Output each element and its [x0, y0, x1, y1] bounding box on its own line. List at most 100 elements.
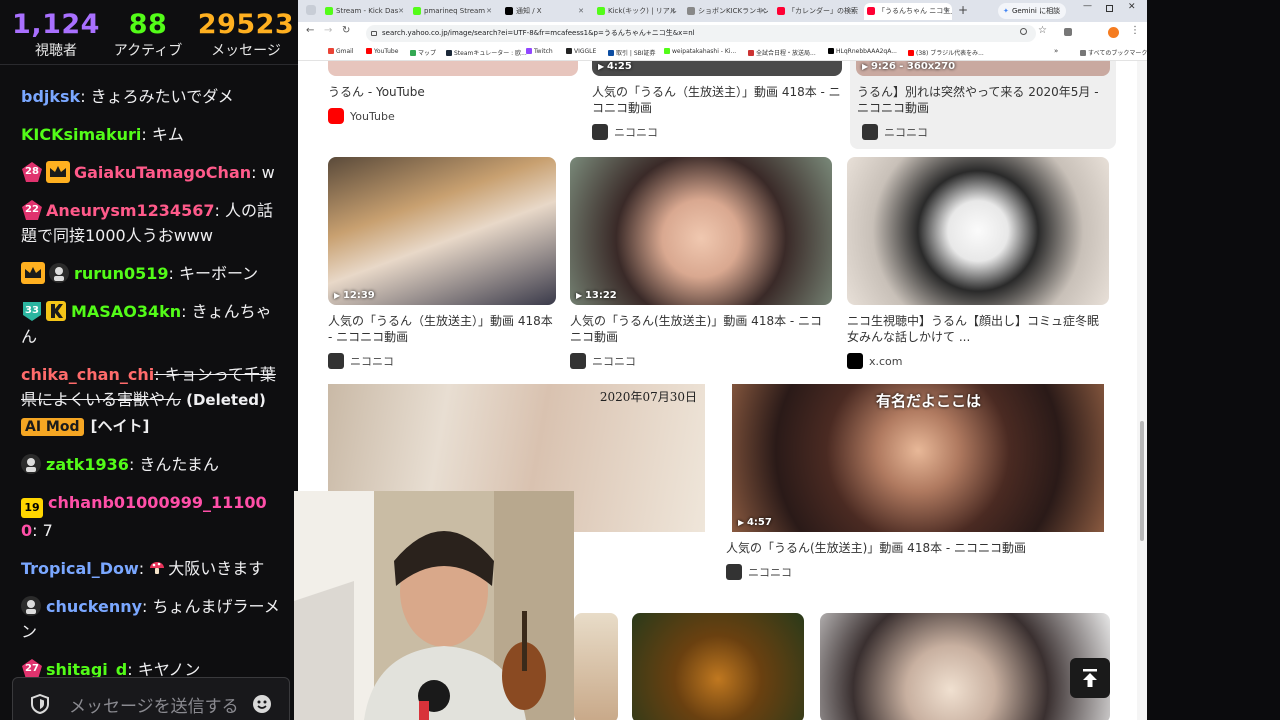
maximize-icon[interactable]: [1106, 5, 1113, 12]
niconico-icon: [726, 564, 742, 580]
close-icon[interactable]: ✕: [760, 3, 766, 20]
result-thumbnail[interactable]: 4:25: [592, 61, 842, 76]
result-title[interactable]: 人気の「うるん（生放送主）」動画 418本 - ニコニコ動画: [328, 313, 556, 345]
close-icon[interactable]: ✕: [944, 3, 950, 20]
address-bar[interactable]: search.yahoo.co.jp/image/search?ei=UTF-8…: [366, 25, 1036, 42]
site-info-icon[interactable]: [371, 31, 377, 36]
chat-username[interactable]: GaiakuTamagoChan: [74, 163, 251, 182]
tab-urun-search[interactable]: 「うるんちゃん ニコ生」 ✕: [864, 3, 952, 20]
close-window-icon[interactable]: ✕: [1128, 2, 1136, 12]
tab-search-icon[interactable]: [306, 5, 316, 15]
chat-username[interactable]: chika_chan_chi: [21, 365, 154, 384]
bookmark-all[interactable]: すべてのブックマーク: [1080, 48, 1147, 57]
chat-username[interactable]: Tropical_Dow: [21, 559, 139, 578]
gemini-button[interactable]: ✦ Gemini に相談: [998, 3, 1067, 19]
tab-label: 「カレンダー」の検索結: [788, 7, 858, 15]
bookmark-sbi[interactable]: 取引 | SBI証券: [608, 48, 656, 57]
bookmarks-overflow-icon[interactable]: »: [1054, 47, 1058, 55]
result-thumbnail[interactable]: 12:39: [328, 157, 556, 305]
bookmark-twitch[interactable]: Twitch: [526, 48, 553, 55]
tab-x-notifications[interactable]: 通知 / X ✕: [502, 3, 586, 20]
bookmark-star-icon[interactable]: ☆: [1038, 25, 1047, 36]
extensions-icon[interactable]: [1064, 28, 1072, 36]
result-source[interactable]: ニコニコ: [726, 564, 792, 580]
image-result[interactable]: 有名だよここは 4:57 人気の「うるん(生放送主)」動画 418本 - ニコニ…: [726, 384, 1110, 584]
bookmark-weipa[interactable]: weipatakahashi - Ki...: [664, 48, 736, 55]
bookmark-x[interactable]: HLqRnebbAAA2qA...: [828, 48, 897, 55]
result-source[interactable]: ニコニコ: [592, 124, 658, 140]
close-icon[interactable]: ✕: [486, 3, 492, 20]
result-source[interactable]: x.com: [847, 353, 903, 369]
tab-shobon-ranking[interactable]: ショボンKICKランキン ✕: [684, 3, 768, 20]
result-source[interactable]: ニコニコ: [862, 124, 928, 140]
image-result[interactable]: 4:25 人気の「うるん（生放送主）」動画 418本 - ニコニコ動画 ニコニコ: [592, 61, 842, 141]
image-result[interactable]: [574, 613, 618, 720]
result-title[interactable]: 人気の「うるん（生放送主）」動画 418本 - ニコニコ動画: [592, 84, 842, 116]
image-result[interactable]: うるん - YouTube YouTube: [328, 61, 578, 131]
bookmark-gmail[interactable]: Gmail: [328, 48, 354, 55]
chat-username[interactable]: MASAO34kn: [71, 302, 181, 321]
bookmark-brazil[interactable]: (38) ブラジル代表をみ...: [908, 48, 984, 57]
result-thumbnail[interactable]: [574, 613, 618, 720]
bookmark-steam[interactable]: Steamキュレーター : 欧...: [446, 48, 527, 57]
chat-username[interactable]: chuckenny: [46, 597, 142, 616]
result-thumbnail[interactable]: [847, 157, 1109, 305]
result-thumbnail[interactable]: [328, 61, 578, 76]
more-menu-icon[interactable]: ⋮: [1130, 25, 1140, 36]
result-thumbnail[interactable]: 13:22: [570, 157, 832, 305]
bookmark-viggle[interactable]: VIGGLE: [566, 48, 596, 55]
image-result[interactable]: 12:39 人気の「うるん（生放送主）」動画 418本 - ニコニコ動画 ニコニ…: [328, 157, 556, 377]
chat-message-input[interactable]: メッセージを送信する: [12, 677, 290, 720]
video-duration: 4:25: [598, 61, 632, 72]
chat-username[interactable]: Aneurysm1234567: [46, 201, 214, 220]
result-source[interactable]: ニコニコ: [328, 353, 394, 369]
chat-username[interactable]: bdjksk: [21, 87, 80, 106]
image-result[interactable]: [632, 613, 804, 720]
result-title[interactable]: ニコ生視聴中】うるん【顔出し】コミュ症冬眠女みんな話しかけて ...: [847, 313, 1109, 345]
result-thumbnail[interactable]: 9:26 - 360x270: [856, 61, 1110, 76]
zoom-icon[interactable]: [1020, 28, 1027, 35]
back-icon[interactable]: ←: [306, 25, 314, 36]
profile-avatar[interactable]: [1108, 27, 1119, 38]
close-icon[interactable]: ✕: [670, 3, 676, 20]
close-icon[interactable]: ✕: [578, 3, 584, 20]
sbi-icon: [608, 50, 614, 56]
chat-username[interactable]: zatk1936: [46, 455, 129, 474]
result-source[interactable]: YouTube: [328, 108, 395, 124]
tab-kick-dashboard[interactable]: Stream - Kick Das ✕: [322, 3, 406, 20]
close-icon[interactable]: ✕: [850, 3, 856, 20]
result-thumbnail[interactable]: 有名だよここは 4:57: [732, 384, 1104, 532]
image-result[interactable]: 13:22 人気の「うるん(生放送主)」動画 418本 - ニコニコ動画 ニコニ…: [570, 157, 832, 377]
bookmark-schedule[interactable]: 全試合日程・放送局...: [748, 48, 816, 57]
forward-icon[interactable]: →: [324, 25, 332, 36]
image-result[interactable]: ニコ生視聴中】うるん【顔出し】コミュ症冬眠女みんな話しかけて ... x.com: [847, 157, 1109, 377]
result-thumbnail[interactable]: [820, 613, 1110, 720]
result-title[interactable]: うるん】別れは突然やって来る 2020年5月 - ニコニコ動画: [857, 84, 1109, 116]
result-title[interactable]: 人気の「うるん(生放送主)」動画 418本 - ニコニコ動画: [570, 313, 832, 345]
page-scrollbar[interactable]: [1137, 61, 1147, 720]
bookmark-maps[interactable]: マップ: [410, 48, 436, 57]
result-title[interactable]: 人気の「うるん(生放送主)」動画 418本 - ニコニコ動画: [726, 540, 1110, 556]
chat-username[interactable]: rurun0519: [74, 264, 168, 283]
bookmark-label: Twitch: [534, 48, 553, 55]
image-result[interactable]: 9:26 - 360x270 うるん】別れは突然やって来る 2020年5月 - …: [850, 61, 1116, 149]
tab-pmarineq[interactable]: pmarineq Stream ✕: [410, 3, 494, 20]
result-thumbnail[interactable]: [632, 613, 804, 720]
image-result[interactable]: [820, 613, 1110, 720]
result-title[interactable]: うるん - YouTube: [328, 84, 425, 100]
chat-username[interactable]: chhanb01000999_111000: [21, 493, 267, 540]
tab-calendar-search[interactable]: 「カレンダー」の検索結 ✕: [774, 3, 858, 20]
new-tab-button[interactable]: +: [958, 3, 968, 18]
chat-username[interactable]: KICKsimakuri: [21, 125, 141, 144]
bookmark-youtube[interactable]: YouTube: [366, 48, 398, 55]
result-source[interactable]: ニコニコ: [570, 353, 636, 369]
minimize-icon[interactable]: —: [1083, 1, 1092, 11]
emoji-picker-icon[interactable]: [253, 695, 271, 713]
yahoo-favicon-icon: [777, 7, 785, 15]
tab-kick-real[interactable]: Kick(キック) | リアル ✕: [594, 3, 678, 20]
reload-icon[interactable]: ↻: [342, 25, 350, 36]
shield-icon[interactable]: [31, 693, 49, 715]
close-icon[interactable]: ✕: [398, 3, 404, 20]
back-to-top-button[interactable]: [1070, 658, 1110, 698]
scrollbar-thumb[interactable]: [1140, 421, 1144, 541]
